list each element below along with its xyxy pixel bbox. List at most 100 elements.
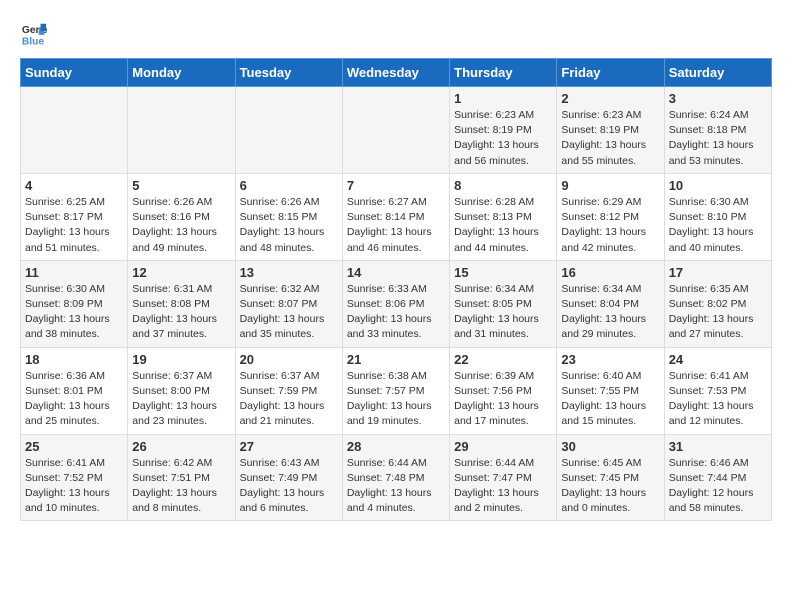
calendar-cell: 30Sunrise: 6:45 AMSunset: 7:45 PMDayligh…	[557, 434, 664, 521]
day-number: 25	[25, 439, 123, 454]
day-number: 17	[669, 265, 767, 280]
day-info: Sunrise: 6:37 AMSunset: 7:59 PMDaylight:…	[240, 369, 338, 430]
day-info: Sunrise: 6:41 AMSunset: 7:53 PMDaylight:…	[669, 369, 767, 430]
day-number: 16	[561, 265, 659, 280]
day-info: Sunrise: 6:35 AMSunset: 8:02 PMDaylight:…	[669, 282, 767, 343]
day-number: 7	[347, 178, 445, 193]
logo: General Blue	[20, 20, 48, 48]
calendar-cell: 29Sunrise: 6:44 AMSunset: 7:47 PMDayligh…	[450, 434, 557, 521]
calendar-cell: 9Sunrise: 6:29 AMSunset: 8:12 PMDaylight…	[557, 173, 664, 260]
calendar-cell: 22 Sunrise: 6:39 AMSunset: 7:56 PMDayligh…	[450, 347, 557, 434]
day-number: 11	[25, 265, 123, 280]
day-info: Sunrise: 6:33 AMSunset: 8:06 PMDaylight:…	[347, 282, 445, 343]
calendar-cell: 1 Sunrise: 6:23 AMSunset: 8:19 PMDaylight…	[450, 87, 557, 174]
day-info: Sunrise: 6:43 AMSunset: 7:49 PMDaylight:…	[240, 456, 338, 517]
day-info: Sunrise: 6:32 AMSunset: 8:07 PMDaylight:…	[240, 282, 338, 343]
calendar-cell: 11 Sunrise: 6:30 AMSunset: 8:09 PMDayligh…	[21, 260, 128, 347]
day-number: 4	[25, 178, 123, 193]
day-number: 19	[132, 352, 230, 367]
day-info: Sunrise: 6:37 AMSunset: 8:00 PMDaylight:…	[132, 369, 230, 430]
calendar-cell	[235, 87, 342, 174]
day-info: Sunrise: 6:46 AMSunset: 7:44 PMDaylight:…	[669, 456, 767, 517]
calendar-cell: 5 Sunrise: 6:26 AMSunset: 8:16 PMDaylight…	[128, 173, 235, 260]
calendar-cell: 28 Sunrise: 6:44 AMSunset: 7:48 PMDayligh…	[342, 434, 449, 521]
calendar-cell: 13 Sunrise: 6:32 AMSunset: 8:07 PMDayligh…	[235, 260, 342, 347]
calendar-cell	[128, 87, 235, 174]
day-info: Sunrise: 6:34 AMSunset: 8:05 PMDaylight:…	[454, 282, 552, 343]
calendar-cell	[21, 87, 128, 174]
calendar-cell: 3Sunrise: 6:24 AMSunset: 8:18 PMDaylight…	[664, 87, 771, 174]
day-info: Sunrise: 6:29 AMSunset: 8:12 PMDaylight:…	[561, 195, 659, 256]
calendar-header-row: SundayMondayTuesdayWednesdayThursdayFrid…	[21, 59, 772, 87]
day-number: 18	[25, 352, 123, 367]
calendar-cell: 31 Sunrise: 6:46 AMSunset: 7:44 PMDayligh…	[664, 434, 771, 521]
page-header: General Blue	[20, 20, 772, 48]
calendar-cell: 15 Sunrise: 6:34 AMSunset: 8:05 PMDayligh…	[450, 260, 557, 347]
calendar-cell: 4 Sunrise: 6:25 AMSunset: 8:17 PMDaylight…	[21, 173, 128, 260]
day-number: 2	[561, 91, 659, 106]
calendar-cell: 14 Sunrise: 6:33 AMSunset: 8:06 PMDayligh…	[342, 260, 449, 347]
day-info: Sunrise: 6:23 AMSunset: 8:19 PMDaylight:…	[454, 108, 552, 169]
calendar-cell: 26Sunrise: 6:42 AMSunset: 7:51 PMDayligh…	[128, 434, 235, 521]
calendar-cell: 16 Sunrise: 6:34 AMSunset: 8:04 PMDayligh…	[557, 260, 664, 347]
day-number: 10	[669, 178, 767, 193]
calendar-cell: 18Sunrise: 6:36 AMSunset: 8:01 PMDayligh…	[21, 347, 128, 434]
day-info: Sunrise: 6:23 AMSunset: 8:19 PMDaylight:…	[561, 108, 659, 169]
day-number: 12	[132, 265, 230, 280]
day-info: Sunrise: 6:44 AMSunset: 7:48 PMDaylight:…	[347, 456, 445, 517]
day-info: Sunrise: 6:31 AMSunset: 8:08 PMDaylight:…	[132, 282, 230, 343]
calendar-cell: 7 Sunrise: 6:27 AMSunset: 8:14 PMDaylight…	[342, 173, 449, 260]
calendar-cell: 24 Sunrise: 6:41 AMSunset: 7:53 PMDayligh…	[664, 347, 771, 434]
day-number: 28	[347, 439, 445, 454]
day-info: Sunrise: 6:27 AMSunset: 8:14 PMDaylight:…	[347, 195, 445, 256]
day-number: 20	[240, 352, 338, 367]
weekday-header: Monday	[128, 59, 235, 87]
day-number: 21	[347, 352, 445, 367]
calendar-week-row: 11 Sunrise: 6:30 AMSunset: 8:09 PMDayligh…	[21, 260, 772, 347]
calendar-cell: 12 Sunrise: 6:31 AMSunset: 8:08 PMDayligh…	[128, 260, 235, 347]
calendar-cell: 6 Sunrise: 6:26 AMSunset: 8:15 PMDaylight…	[235, 173, 342, 260]
calendar-week-row: 18Sunrise: 6:36 AMSunset: 8:01 PMDayligh…	[21, 347, 772, 434]
day-number: 1	[454, 91, 552, 106]
day-number: 22	[454, 352, 552, 367]
calendar-week-row: 4 Sunrise: 6:25 AMSunset: 8:17 PMDaylight…	[21, 173, 772, 260]
calendar-cell: 25 Sunrise: 6:41 AMSunset: 7:52 PMDayligh…	[21, 434, 128, 521]
day-info: Sunrise: 6:24 AMSunset: 8:18 PMDaylight:…	[669, 108, 767, 169]
calendar-cell: 23 Sunrise: 6:40 AMSunset: 7:55 PMDayligh…	[557, 347, 664, 434]
svg-text:Blue: Blue	[22, 36, 45, 47]
day-info: Sunrise: 6:30 AMSunset: 8:10 PMDaylight:…	[669, 195, 767, 256]
logo-icon: General Blue	[20, 20, 48, 48]
calendar-cell	[342, 87, 449, 174]
day-number: 26	[132, 439, 230, 454]
day-info: Sunrise: 6:28 AMSunset: 8:13 PMDaylight:…	[454, 195, 552, 256]
day-info: Sunrise: 6:26 AMSunset: 8:16 PMDaylight:…	[132, 195, 230, 256]
weekday-header: Wednesday	[342, 59, 449, 87]
weekday-header: Friday	[557, 59, 664, 87]
day-info: Sunrise: 6:30 AMSunset: 8:09 PMDaylight:…	[25, 282, 123, 343]
day-number: 15	[454, 265, 552, 280]
calendar-cell: 17 Sunrise: 6:35 AMSunset: 8:02 PMDayligh…	[664, 260, 771, 347]
day-info: Sunrise: 6:41 AMSunset: 7:52 PMDaylight:…	[25, 456, 123, 517]
day-info: Sunrise: 6:26 AMSunset: 8:15 PMDaylight:…	[240, 195, 338, 256]
day-info: Sunrise: 6:25 AMSunset: 8:17 PMDaylight:…	[25, 195, 123, 256]
calendar-cell: 21Sunrise: 6:38 AMSunset: 7:57 PMDayligh…	[342, 347, 449, 434]
weekday-header: Tuesday	[235, 59, 342, 87]
day-number: 31	[669, 439, 767, 454]
day-number: 30	[561, 439, 659, 454]
day-info: Sunrise: 6:39 AMSunset: 7:56 PMDaylight:…	[454, 369, 552, 430]
calendar-cell: 8Sunrise: 6:28 AMSunset: 8:13 PMDaylight…	[450, 173, 557, 260]
day-number: 27	[240, 439, 338, 454]
day-number: 14	[347, 265, 445, 280]
day-number: 23	[561, 352, 659, 367]
day-number: 6	[240, 178, 338, 193]
day-info: Sunrise: 6:34 AMSunset: 8:04 PMDaylight:…	[561, 282, 659, 343]
day-number: 24	[669, 352, 767, 367]
calendar-cell: 19 Sunrise: 6:37 AMSunset: 8:00 PMDayligh…	[128, 347, 235, 434]
weekday-header: Sunday	[21, 59, 128, 87]
day-number: 5	[132, 178, 230, 193]
day-info: Sunrise: 6:40 AMSunset: 7:55 PMDaylight:…	[561, 369, 659, 430]
weekday-header: Saturday	[664, 59, 771, 87]
calendar-week-row: 1 Sunrise: 6:23 AMSunset: 8:19 PMDaylight…	[21, 87, 772, 174]
weekday-header: Thursday	[450, 59, 557, 87]
day-number: 13	[240, 265, 338, 280]
